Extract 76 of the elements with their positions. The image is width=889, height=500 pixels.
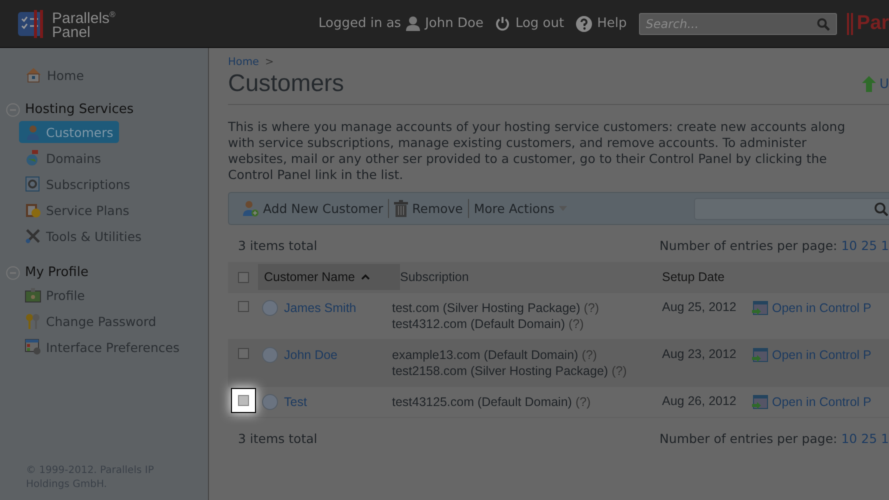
house-icon (25, 67, 42, 83)
clipboard-coin-icon (25, 202, 41, 218)
help-hint-link[interactable]: (?) (612, 364, 627, 378)
customer-link[interactable]: John Doe (284, 348, 338, 362)
subscription-text: test4312.com (Default Domain) (392, 317, 565, 331)
subscription-text: test.com (Silver Hosting Package) (392, 301, 580, 315)
person-icon (25, 124, 41, 140)
subscription-text: example13.com (Default Domain) (392, 348, 578, 362)
column-header[interactable]: Customer Name (258, 264, 400, 290)
keys-icon (25, 313, 41, 329)
page-size-link[interactable]: 25 (861, 238, 878, 252)
status-circle-icon (262, 394, 278, 410)
control-panel-link[interactable]: Open in Control P (772, 395, 872, 409)
user-name: John Doe (425, 16, 484, 31)
page-title: Customers (228, 70, 346, 98)
collapse-icon[interactable] (6, 266, 20, 280)
upload-link[interactable]: U (879, 76, 889, 92)
checkbox[interactable] (238, 348, 248, 359)
subscription-text: test2158.com (Silver Hosting Package) (392, 364, 608, 378)
setup-date: Aug 23, 2012 (662, 347, 738, 361)
setup-date: Aug 26, 2012 (662, 394, 738, 408)
setup-date: Aug 25, 2012 (662, 300, 738, 314)
toolbar-button[interactable]: Add New Customer (237, 198, 388, 219)
per-page-label: Number of entries per page: (660, 430, 838, 446)
per-page-label: Number of entries per page: (660, 238, 838, 252)
checkbox[interactable] (238, 272, 248, 283)
help-icon (576, 16, 592, 32)
window-gear-icon (25, 339, 41, 355)
person-icon (406, 16, 420, 31)
search-icon (874, 202, 888, 216)
power-icon (495, 16, 510, 31)
breadcrumb-link[interactable]: Home (228, 56, 260, 68)
person-add-icon (242, 200, 259, 217)
page-size-link[interactable]: 10 (841, 430, 858, 446)
control-panel-link[interactable]: Open in Control P (772, 348, 872, 362)
partner-logo: Par (856, 12, 889, 35)
status-circle-icon (262, 347, 278, 363)
sort-up-icon (361, 274, 370, 280)
section-title: My Profile (25, 265, 88, 280)
help-hint-link[interactable]: (?) (575, 395, 591, 409)
control-panel-link[interactable]: Open in Control P (772, 301, 872, 315)
help-link[interactable]: Help (597, 16, 627, 31)
up-arrow-icon (862, 76, 876, 92)
globe-icon (25, 150, 41, 166)
breadcrumb-separator: > (265, 56, 274, 68)
logged-in-label: Logged in as (318, 16, 402, 31)
menu-button[interactable]: More Actions (468, 199, 572, 218)
page-size-link[interactable]: 10 (841, 238, 858, 252)
sidebar-item[interactable]: Customers (19, 121, 120, 143)
help-hint-link[interactable]: (?) (582, 348, 597, 362)
collapse-icon[interactable] (6, 102, 20, 116)
trash-icon (394, 200, 408, 217)
customer-link[interactable]: Test (284, 395, 307, 409)
logout-link[interactable]: Log out (515, 16, 564, 31)
section-title: Hosting Services (25, 102, 134, 117)
tools-icon (25, 228, 41, 244)
help-hint-link[interactable]: (?) (568, 317, 584, 331)
filter-field[interactable] (694, 198, 889, 220)
id-card-icon (25, 287, 41, 303)
status-circle-icon (262, 300, 278, 316)
subscription-text: test43125.com (Default Domain) (392, 395, 572, 409)
customer-link[interactable]: James Smith (284, 301, 356, 315)
page-description: This is where you manage accounts of your hosting service customers: create new accounts along with service subscriptions, manage existing customers, and remove accounts. To administer websites, mail or any other ser provided to a customer, go to their Control Panel by clicking the Control Panel link in the list. (228, 119, 846, 183)
checkbox[interactable] (238, 301, 248, 312)
items-total: 3 items total (238, 430, 318, 446)
product-name: Panel (52, 26, 92, 40)
brand-name: Parallels$^{®}$ (52, 8, 116, 26)
column-header[interactable]: Setup Date (662, 270, 752, 284)
page-size-link[interactable]: 25 (861, 430, 878, 446)
page-size-link[interactable]: 1 (881, 238, 889, 252)
toolbar-button[interactable]: Remove (389, 198, 468, 219)
items-total: 3 items total (238, 238, 318, 252)
bars-logo-icon (846, 12, 854, 34)
search-icon (816, 18, 830, 30)
page-size-link[interactable]: 1 (881, 430, 889, 446)
help-hint-link[interactable]: (?) (584, 301, 600, 315)
